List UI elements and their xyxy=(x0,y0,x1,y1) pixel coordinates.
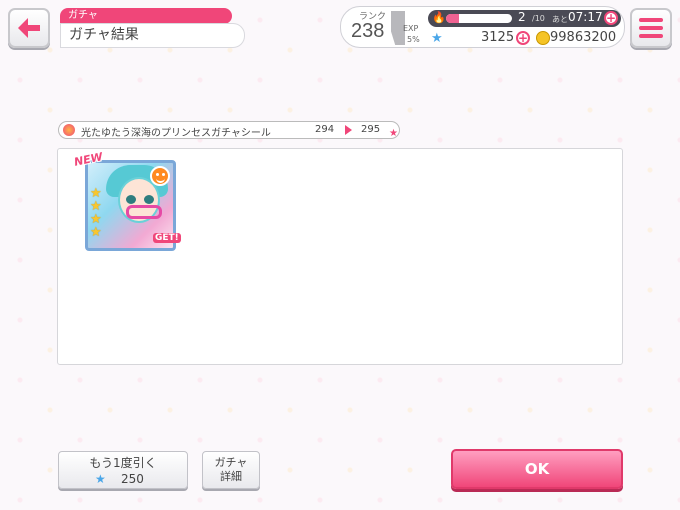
draw-again-button[interactable]: もう1度引く ★ 250 xyxy=(58,451,188,489)
rarity-star-icon: ★ xyxy=(90,225,102,240)
menu-icon-bar xyxy=(639,34,663,38)
arrow-right-icon xyxy=(345,125,352,135)
stamina-max: /10 xyxy=(532,14,545,23)
gacha-result-panel: ★ ★ ★ ★ NEW GET! xyxy=(57,148,623,365)
star-plus-icon[interactable]: + xyxy=(516,31,530,45)
coin-icon xyxy=(536,31,550,45)
star-gem-icon: ★ xyxy=(431,31,443,46)
seal-icon xyxy=(63,124,75,136)
seal-name: 光たゆたう深海のプリンセスガチャシール xyxy=(81,128,271,139)
rarity-stars: ★ ★ ★ ★ xyxy=(90,187,102,239)
get-badge: GET! xyxy=(153,233,181,243)
back-button[interactable] xyxy=(8,8,50,48)
gacha-detail-button[interactable]: ガチャ 詳細 xyxy=(202,451,260,489)
draw-again-label: もう1度引く xyxy=(89,456,157,470)
header-category: ガチャ xyxy=(60,8,232,24)
stamina-bar-fill xyxy=(446,14,460,23)
gacha-seal-label: 光たゆたう深海のプリンセスガチャシール 294 295 ★ xyxy=(58,121,400,139)
card-art-glasses xyxy=(126,205,162,219)
coin-count: 99863200 xyxy=(550,30,617,45)
stamina-timer: 07:17 xyxy=(568,10,603,24)
star-mark-icon: ★ xyxy=(389,128,398,139)
stamina-current: 2 xyxy=(518,10,526,24)
card-art-eye xyxy=(144,195,154,204)
attribute-happy-icon xyxy=(150,166,170,186)
exp-percent: 5% xyxy=(407,35,420,44)
menu-icon-bar xyxy=(639,26,663,30)
gacha-detail-label-line1: ガチャ xyxy=(214,456,248,469)
menu-icon-bar xyxy=(639,18,663,22)
seal-count-to: 295 xyxy=(361,124,381,135)
player-status-panel: ランク 238 EXP 5% 🔥 2 /10 あと 07:17 + ★ 3125… xyxy=(340,6,625,48)
card-art-eye xyxy=(126,195,136,204)
back-arrow-icon xyxy=(18,18,40,38)
gacha-detail-label-line2: 詳細 xyxy=(220,470,242,483)
ok-button[interactable]: OK xyxy=(451,449,623,489)
fire-icon: 🔥 xyxy=(432,11,446,24)
page-title: ガチャ結果 xyxy=(60,23,245,48)
stamina-bar xyxy=(446,14,512,23)
seal-count-from: 294 xyxy=(315,124,335,135)
draw-again-cost: 250 xyxy=(121,472,144,486)
menu-button[interactable] xyxy=(630,8,672,48)
exp-label: EXP xyxy=(403,24,419,33)
stamina-box: 🔥 2 /10 あと 07:17 + xyxy=(428,10,621,27)
star-gem-icon: ★ xyxy=(95,472,106,486)
stamina-timer-label: あと xyxy=(552,15,568,24)
star-count: 3125 xyxy=(481,30,515,45)
page-header: ガチャ ガチャ結果 xyxy=(60,8,245,48)
rank-value: 238 xyxy=(351,20,385,42)
stamina-plus-icon[interactable]: + xyxy=(604,11,618,25)
